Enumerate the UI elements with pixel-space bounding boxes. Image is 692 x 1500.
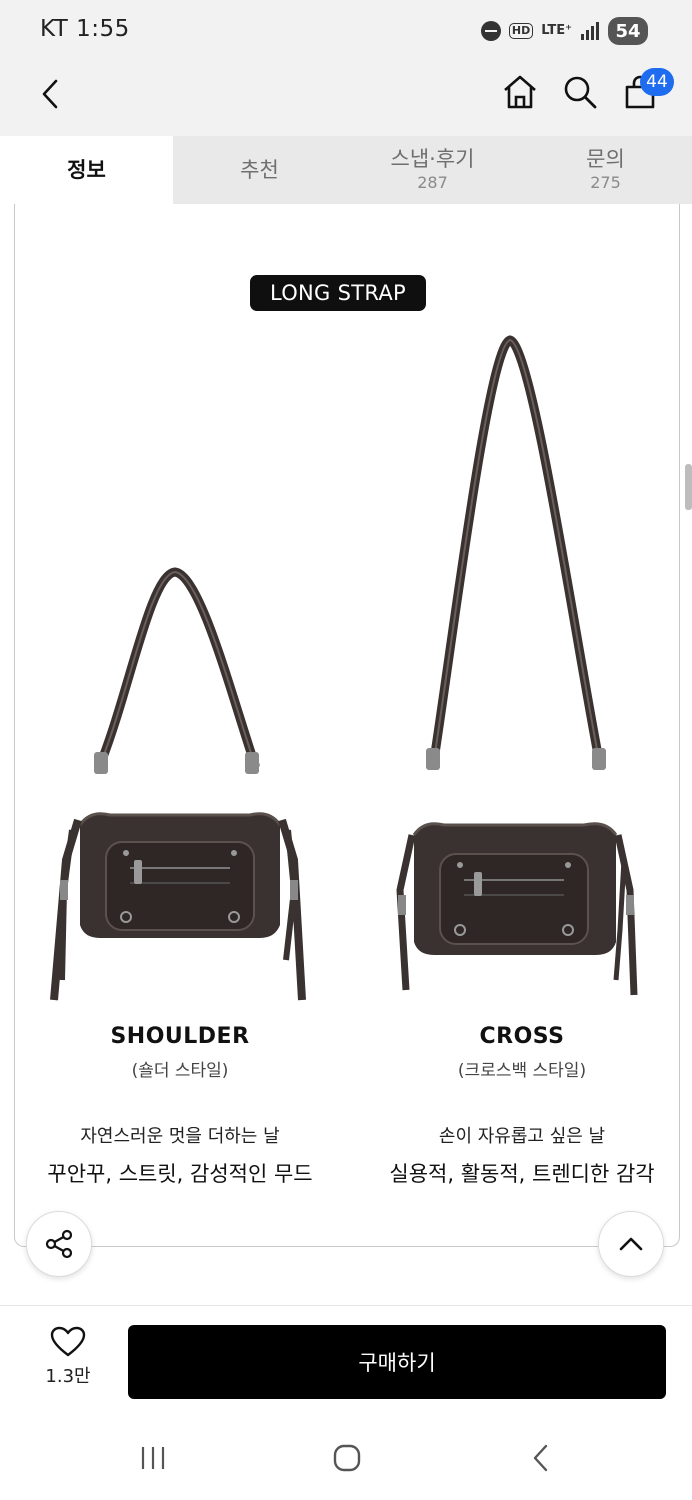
heart-icon (50, 1326, 86, 1357)
status-time: KT 1:55 (40, 16, 130, 42)
tab-label: 정보 (67, 158, 106, 182)
recent-apps-icon (141, 1447, 165, 1469)
long-strap-badge: LONG STRAP (250, 275, 426, 311)
back-arrow-icon (533, 1444, 548, 1472)
shoulder-bag-image (50, 567, 306, 1001)
tab-count: 275 (590, 173, 621, 192)
back-button[interactable] (30, 74, 70, 114)
product-tabs: 정보 추천 스냅·후기 287 문의 275 (0, 136, 692, 204)
shoulder-mood: 꾸안꾸, 스트릿, 감성적인 무드 (47, 1162, 313, 1186)
home-button[interactable] (498, 70, 542, 114)
signal-icon (581, 22, 599, 40)
like-count: 1.3만 (45, 1366, 91, 1387)
system-home-button[interactable] (322, 1436, 372, 1480)
tab-inquiry[interactable]: 문의 275 (519, 136, 692, 204)
tab-label: 추천 (240, 158, 279, 182)
search-button[interactable] (558, 70, 602, 114)
hd-voice-icon: HD (508, 23, 534, 39)
cross-bag-image (396, 335, 638, 996)
scrollbar-thumb[interactable] (685, 464, 692, 510)
tab-snap-reviews[interactable]: 스냅·후기 287 (346, 136, 519, 204)
cart-count-badge: 44 (640, 68, 674, 96)
chevron-up-icon (619, 1237, 643, 1251)
status-icons: HD LTE⁺ 54 (480, 14, 648, 48)
scroll-to-top-button[interactable] (598, 1211, 664, 1277)
tab-label: 문의 (586, 147, 625, 171)
tab-recommend[interactable]: 추천 (173, 136, 346, 204)
tab-info[interactable]: 정보 (0, 136, 173, 204)
do-not-disturb-icon (480, 21, 501, 41)
cross-description: 손이 자유롭고 싶은 날 (438, 1126, 606, 1147)
share-icon (45, 1229, 73, 1259)
like-button[interactable]: 1.3만 (40, 1326, 96, 1396)
buy-button[interactable]: 구매하기 (128, 1325, 666, 1399)
share-button[interactable] (26, 1211, 92, 1277)
recent-apps-button[interactable] (128, 1436, 178, 1480)
shoulder-subtitle: (숄더 스타일) (131, 1061, 229, 1081)
chevron-left-icon (42, 79, 58, 109)
status-bar: KT 1:55 HD LTE⁺ 54 (0, 0, 692, 62)
app-header (0, 62, 692, 136)
home-icon (504, 75, 536, 109)
cross-subtitle: (크로스백 스타일) (457, 1061, 587, 1081)
system-nav-bar (0, 1420, 692, 1500)
cross-mood: 실용적, 활동적, 트렌디한 감각 (389, 1162, 655, 1186)
home-circle-icon (333, 1444, 361, 1472)
cross-title: CROSS (479, 1024, 565, 1049)
search-icon (564, 76, 597, 109)
lte-icon: LTE⁺ (541, 23, 572, 38)
tab-label: 스냅·후기 (390, 147, 475, 171)
system-back-button[interactable] (516, 1436, 566, 1480)
battery-icon: 54 (608, 17, 648, 45)
shoulder-description: 자연스러운 멋을 더하는 날 (80, 1126, 280, 1147)
tab-count: 287 (417, 173, 448, 192)
shoulder-title: SHOULDER (110, 1024, 250, 1049)
